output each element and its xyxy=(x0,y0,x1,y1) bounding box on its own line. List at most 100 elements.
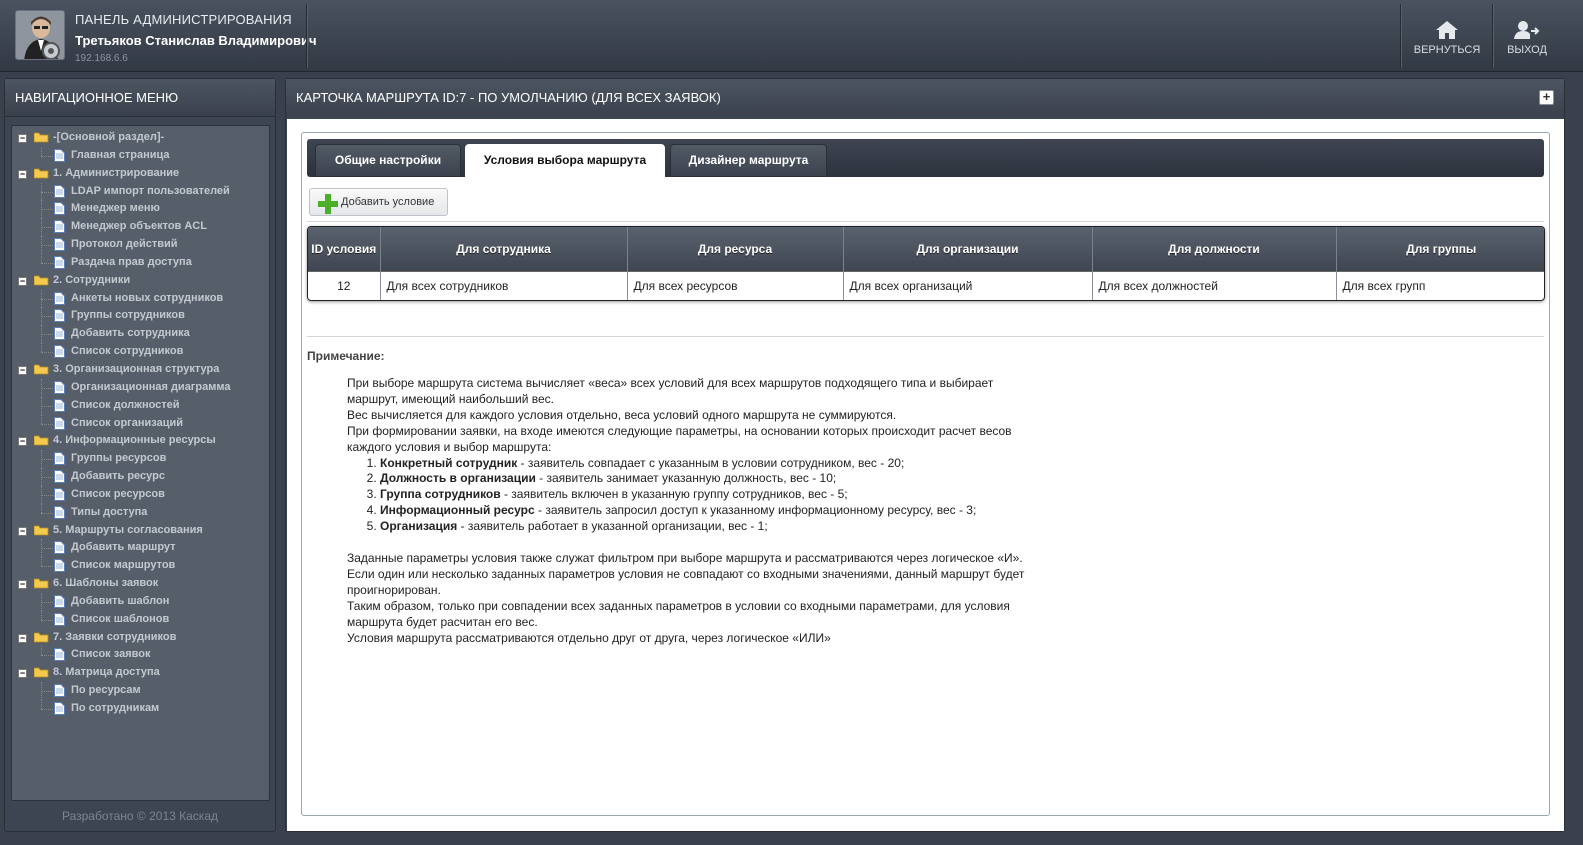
sidebar-section[interactable]: − 7. Заявки сотрудников xyxy=(12,629,269,647)
sidebar-item[interactable]: Список сотрудников xyxy=(12,343,269,361)
tree-line xyxy=(41,548,53,550)
folder-icon xyxy=(33,275,49,286)
col-header-resource[interactable]: Для ресурса xyxy=(627,227,844,271)
tab-route-conditions[interactable]: Условия выбора маршрута xyxy=(465,144,665,177)
collapse-toggle-icon[interactable]: − xyxy=(18,633,27,643)
col-header-organization[interactable]: Для организации xyxy=(843,227,1093,271)
sidebar-item[interactable]: Добавить маршрут xyxy=(12,539,269,558)
tab-route-designer[interactable]: Дизайнер маршрута xyxy=(670,144,827,177)
sidebar-item[interactable]: Добавить сотрудника xyxy=(12,325,269,344)
sidebar-item[interactable]: Менеджер объектов ACL xyxy=(12,218,269,237)
page-icon xyxy=(54,255,65,269)
sidebar-section[interactable]: − 2. Сотрудники xyxy=(12,272,269,290)
note-paragraph: Таким образом, только при совпадении все… xyxy=(347,598,1010,629)
note-paragraph: Вес вычисляется для каждого условия отде… xyxy=(347,407,897,422)
sidebar-item[interactable]: Главная страница xyxy=(12,146,269,165)
sidebar-item[interactable]: Список заявок xyxy=(12,646,269,664)
tree-line xyxy=(41,423,53,425)
page-icon xyxy=(54,594,65,608)
table-row[interactable]: 12 Для всех сотрудников Для всех ресурсо… xyxy=(308,270,1544,300)
collapse-toggle-icon[interactable]: − xyxy=(18,669,27,679)
collapse-toggle-icon[interactable]: − xyxy=(18,437,27,447)
sidebar-item[interactable]: Протокол действий xyxy=(12,236,269,254)
tree-line xyxy=(41,405,53,407)
tree-line xyxy=(41,316,53,318)
sidebar-item[interactable]: Анкеты новых сотрудников xyxy=(12,289,269,308)
sidebar-section[interactable]: − 8. Матрица доступа xyxy=(12,664,269,682)
sidebar-section-label: 3. Организационная структура xyxy=(53,362,220,375)
sidebar-section[interactable]: − 3. Организационная структура xyxy=(12,361,269,379)
sidebar-section-label: 7. Заявки сотрудников xyxy=(53,630,177,643)
header-divider xyxy=(1400,4,1401,68)
sidebar-item[interactable]: LDAP импорт пользователей xyxy=(12,182,269,201)
tree-line xyxy=(41,503,42,513)
add-condition-label: Добавить условие xyxy=(341,196,435,208)
sidebar-item[interactable]: Добавить шаблон xyxy=(12,592,269,611)
folder-icon xyxy=(33,168,49,179)
main-panel: КАРТОЧКА МАРШРУТА ID:7 - ПО УМОЛЧАНИЮ (Д… xyxy=(285,78,1565,832)
collapse-toggle-icon[interactable]: − xyxy=(18,580,27,590)
page-icon xyxy=(54,487,65,501)
sidebar-item-label: Анкеты новых сотрудников xyxy=(71,291,224,304)
sidebar-item[interactable]: Список шаблонов xyxy=(12,610,269,629)
list-item-term: Организация xyxy=(380,519,458,534)
tree-line xyxy=(41,245,53,247)
sidebar-item[interactable]: Менеджер меню xyxy=(12,200,269,219)
cell-resource: Для всех ресурсов xyxy=(627,270,844,300)
list-item-term: Информационный ресурс xyxy=(380,503,535,518)
sidebar-section[interactable]: − -[Основной раздел]- xyxy=(12,129,269,147)
sidebar-item[interactable]: Список должностей xyxy=(12,396,269,415)
collapse-toggle-icon[interactable]: − xyxy=(18,365,27,375)
tree-line xyxy=(41,414,42,424)
sidebar-item[interactable]: Группы сотрудников xyxy=(12,307,269,326)
cell-position: Для всех должностей xyxy=(1092,270,1337,300)
expand-button[interactable]: + xyxy=(1539,90,1554,105)
sidebar-item[interactable]: Организационная диаграмма xyxy=(12,378,269,397)
page-icon xyxy=(54,541,65,555)
sidebar-section[interactable]: − 5. Маршруты согласования xyxy=(12,522,269,540)
col-header-group[interactable]: Для группы xyxy=(1336,227,1544,271)
divider xyxy=(307,336,1544,337)
page-title: КАРТОЧКА МАРШРУТА ID:7 - ПО УМОЛЧАНИЮ (Д… xyxy=(286,79,1564,117)
sidebar-item[interactable]: Список организаций xyxy=(12,414,269,433)
page-icon xyxy=(54,559,65,573)
sidebar-section[interactable]: − 4. Информационные ресурсы xyxy=(12,432,269,450)
tree-line xyxy=(41,700,42,709)
sidebar-section-label: 6. Шаблоны заявок xyxy=(53,577,159,590)
tab-general-settings[interactable]: Общие настройки xyxy=(315,144,461,177)
sidebar-section-label: 1. Администрирование xyxy=(53,166,180,179)
sidebar-section[interactable]: − 6. Шаблоны заявок xyxy=(12,575,269,593)
note-body: При выборе маршрута система вычисляет «в… xyxy=(347,376,1037,647)
sidebar-item-label: Добавить маршрут xyxy=(71,541,176,554)
sidebar-item-label: Добавить сотрудника xyxy=(71,327,190,340)
collapse-toggle-icon[interactable]: − xyxy=(18,526,27,536)
sidebar-item[interactable]: Добавить ресурс xyxy=(12,468,269,486)
collapse-toggle-icon[interactable]: − xyxy=(18,169,27,179)
list-item-text: - заявитель занимает указанную должность… xyxy=(535,471,837,486)
user-ip: 192.168.6.6 xyxy=(75,53,128,64)
tree-line xyxy=(41,512,53,514)
add-condition-button[interactable]: Добавить условие xyxy=(309,188,448,216)
page-icon xyxy=(54,684,65,698)
sidebar-item-label: LDAP импорт пользователей xyxy=(71,184,230,197)
sidebar-item[interactable]: Группы ресурсов xyxy=(12,450,269,469)
back-button[interactable]: ВЕРНУТЬСЯ xyxy=(1402,4,1492,68)
panel-title: ПАНЕЛЬ АДМИНИСТРИРОВАНИЯ xyxy=(75,12,292,27)
collapse-toggle-icon[interactable]: − xyxy=(18,276,27,286)
logout-button[interactable]: ВЫХОД xyxy=(1494,4,1560,68)
col-header-id[interactable]: ID условия xyxy=(308,227,381,271)
sidebar-item[interactable]: Список ресурсов xyxy=(12,485,269,504)
sidebar-item[interactable]: Раздача прав доступа xyxy=(12,253,269,272)
col-header-employee[interactable]: Для сотрудника xyxy=(380,227,628,271)
sidebar-section[interactable]: − 1. Администрирование xyxy=(12,165,269,183)
top-header: ПАНЕЛЬ АДМИНИСТРИРОВАНИЯ Третьяков Стани… xyxy=(0,0,1583,72)
collapse-toggle-icon[interactable]: − xyxy=(18,134,27,143)
sidebar-item[interactable]: По сотрудникам xyxy=(12,700,269,718)
note-title: Примечание: xyxy=(307,349,385,363)
col-header-position[interactable]: Для должности xyxy=(1092,227,1337,271)
sidebar-item[interactable]: По ресурсам xyxy=(12,682,269,700)
sidebar-item[interactable]: Типы доступа xyxy=(12,503,269,522)
sidebar-item[interactable]: Список маршрутов xyxy=(12,557,269,575)
user-name: Третьяков Станислав Владимирович xyxy=(75,33,317,48)
sidebar-item-label: Список заявок xyxy=(71,648,151,661)
